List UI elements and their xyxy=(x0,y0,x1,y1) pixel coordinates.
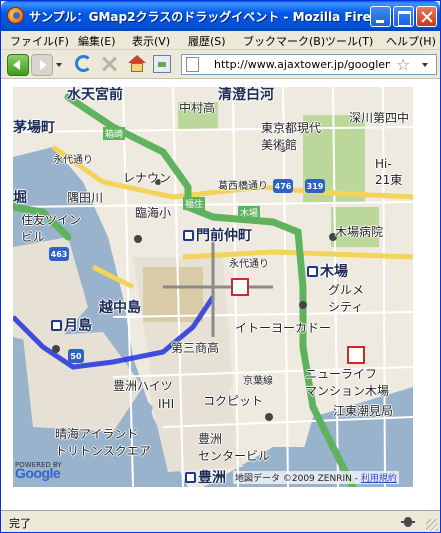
place-label: Hi- 21東 xyxy=(375,157,403,187)
url-bar[interactable]: http://www.ajaxtower.jp/googlemap ☆ xyxy=(181,54,437,75)
svg-text:50: 50 xyxy=(70,352,82,361)
maximize-button[interactable] xyxy=(393,6,414,27)
place-label: コクピット xyxy=(203,394,264,408)
area-label-monzen: 門前仲町 xyxy=(183,225,252,245)
road-label: 永代通り xyxy=(53,155,93,166)
stop-button[interactable] xyxy=(100,55,118,73)
reload-button[interactable] xyxy=(75,55,92,72)
place-label: 東京都現代 美術館 xyxy=(261,121,322,152)
menu-history[interactable]: 履歴(S) xyxy=(188,33,226,49)
place-label: レナウン xyxy=(123,171,172,185)
svg-text:319: 319 xyxy=(307,182,324,191)
place-label: 中村高 xyxy=(179,101,216,115)
url-text[interactable]: http://www.ajaxtower.jp/googlemap xyxy=(214,58,390,71)
forward-button[interactable] xyxy=(31,54,53,76)
close-button[interactable] xyxy=(416,6,437,27)
place-label: イトーヨーカドー xyxy=(235,321,332,335)
map-copyright: 地図データ ©2009 ZENRIN - 利用規約 xyxy=(233,471,399,484)
road-label: 福住 xyxy=(183,197,206,210)
back-button[interactable] xyxy=(7,54,29,76)
status-text: 完了 xyxy=(9,517,31,530)
minimize-button[interactable] xyxy=(370,6,391,27)
area-label-tsukishima: 月島 xyxy=(51,315,92,335)
menu-edit[interactable]: 編集(E) xyxy=(78,33,116,49)
menu-help[interactable]: ヘルプ(H) xyxy=(386,33,436,49)
bug-icon[interactable] xyxy=(400,514,416,530)
page-content: 476 319 463 50 水天宮前 清澄白河 茅場町 堀 門前仲町 木場 越… xyxy=(1,79,440,510)
road-label: 永代通り xyxy=(229,259,269,270)
place-label: 江東潮見局 xyxy=(333,404,394,418)
google-logo[interactable]: POWERED BY Google xyxy=(15,461,62,480)
menu-file[interactable]: ファイル(F) xyxy=(10,33,69,49)
terms-link[interactable]: 利用規約 xyxy=(361,474,397,484)
star-icon[interactable]: ☆ xyxy=(396,55,410,74)
navigation-toolbar: http://www.ajaxtower.jp/googlemap ☆ xyxy=(1,50,440,79)
road-label: 箱崎 xyxy=(103,127,126,140)
menu-bookmarks[interactable]: ブックマーク(B) xyxy=(243,33,325,49)
resize-grip[interactable] xyxy=(426,519,438,531)
status-bar: 完了 xyxy=(1,510,440,532)
url-dropdown-icon[interactable] xyxy=(422,63,428,67)
history-dropdown-icon[interactable] xyxy=(56,63,62,67)
firefox-logo-icon xyxy=(7,7,24,24)
place-label: グルメ シティ xyxy=(328,283,365,314)
title-bar: サンプル：GMap2クラスのドラッグイベント - Mozilla Firefox xyxy=(1,1,440,31)
area-label: 茅場町 xyxy=(13,120,55,136)
area-label-toyosu: 豊洲 xyxy=(185,467,226,487)
place-label: 木場病院 xyxy=(335,225,384,239)
place-label: 晴海アイランド トリトンスクエア xyxy=(55,427,151,458)
place-label: 豊洲ハイツ xyxy=(113,379,173,393)
road-label: 葛西橋通り xyxy=(218,181,268,192)
area-label: 水天宮前 xyxy=(67,87,123,103)
area-label-kiba: 木場 xyxy=(307,261,348,281)
bookmark-icon[interactable] xyxy=(153,55,171,73)
place-label: 隅田川 xyxy=(67,191,104,205)
menu-bar: ファイル(F) 編集(E) 表示(V) 履歴(S) ブックマーク(B) ツール(… xyxy=(1,31,440,50)
place-label: IHI xyxy=(158,397,175,411)
place-label: 住友ツイン ビル xyxy=(21,213,82,244)
area-label: 越中島 xyxy=(99,300,141,316)
menu-view[interactable]: 表示(V) xyxy=(132,33,170,49)
area-label: 堀 xyxy=(13,190,27,206)
place-label: 深川第四中 xyxy=(349,111,410,125)
page-icon xyxy=(186,57,199,72)
menu-tools[interactable]: ツール(T) xyxy=(325,33,373,49)
place-label: ニューライフ マンション木場 xyxy=(305,367,390,398)
place-label: 臨海小 xyxy=(135,206,172,220)
svg-text:463: 463 xyxy=(51,250,68,259)
place-label: 京葉線 xyxy=(243,376,273,387)
place-label: 第三商高 xyxy=(171,341,220,355)
home-button[interactable] xyxy=(128,55,146,73)
road-label: 木場 xyxy=(238,206,261,219)
window-title: サンプル：GMap2クラスのドラッグイベント - Mozilla Firefox xyxy=(29,10,392,24)
browser-window: サンプル：GMap2クラスのドラッグイベント - Mozilla Firefox… xyxy=(0,0,441,533)
svg-text:476: 476 xyxy=(275,182,292,191)
area-label: 清澄白河 xyxy=(218,87,274,103)
google-map[interactable]: 476 319 463 50 水天宮前 清澄白河 茅場町 堀 門前仲町 木場 越… xyxy=(13,87,413,487)
place-label: 豊洲 センタービル xyxy=(198,432,271,463)
